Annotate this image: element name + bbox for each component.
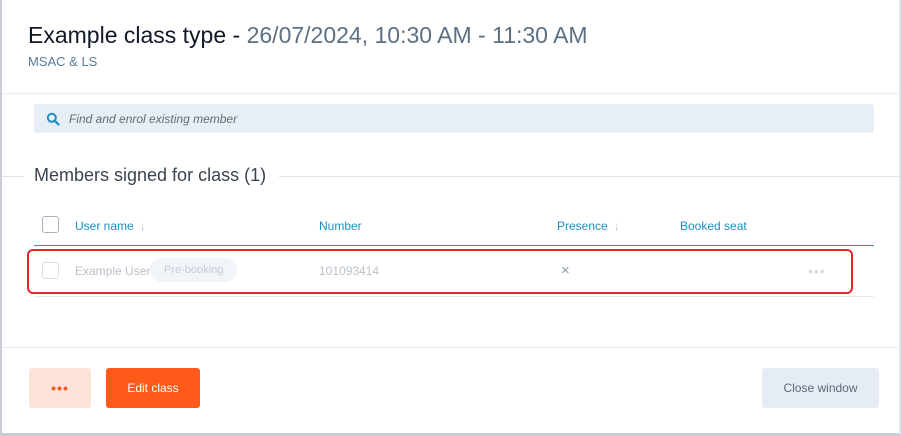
class-datetime: 26/07/2024, 10:30 AM - 11:30 AM xyxy=(246,22,588,48)
row-highlight-annotation xyxy=(27,249,853,294)
column-user-name[interactable]: User name ↓ xyxy=(75,219,146,233)
column-presence[interactable]: Presence ↓ xyxy=(557,219,620,233)
edit-class-button[interactable]: Edit class xyxy=(106,368,200,408)
modal-title: Example class type - 26/07/2024, 10:30 A… xyxy=(28,20,588,50)
class-modal: Example class type - 26/07/2024, 10:30 A… xyxy=(0,0,901,436)
column-user-name-label: User name xyxy=(75,219,134,233)
members-section-header: Members signed for class (1) xyxy=(2,165,901,189)
column-number-label: Number xyxy=(319,219,362,233)
modal-header: Example class type - 26/07/2024, 10:30 A… xyxy=(28,20,588,69)
member-search-input[interactable] xyxy=(69,111,829,126)
members-section-title: Members signed for class (1) xyxy=(34,165,267,185)
arrow-down-icon: ↓ xyxy=(139,219,146,233)
footer-divider xyxy=(2,347,901,348)
search-icon xyxy=(46,112,60,126)
more-actions-button[interactable]: ••• xyxy=(29,368,91,408)
column-number: Number xyxy=(319,219,362,233)
section-divider-right xyxy=(279,176,901,177)
class-type-label: Example class type - xyxy=(28,22,247,48)
column-booked-seat-label: Booked seat xyxy=(680,219,747,233)
column-booked-seat: Booked seat xyxy=(680,219,747,233)
class-location: MSAC & LS xyxy=(28,54,98,69)
select-all-checkbox[interactable] xyxy=(42,216,59,233)
close-window-button[interactable]: Close window xyxy=(762,368,879,408)
header-divider xyxy=(2,93,901,94)
arrow-down-icon: ↓ xyxy=(613,219,620,233)
section-divider-left xyxy=(2,176,24,177)
column-presence-label: Presence xyxy=(557,219,608,233)
member-search-bar[interactable] xyxy=(34,104,874,133)
members-table-header: User name ↓ Number Presence ↓ Booked sea… xyxy=(34,212,874,246)
